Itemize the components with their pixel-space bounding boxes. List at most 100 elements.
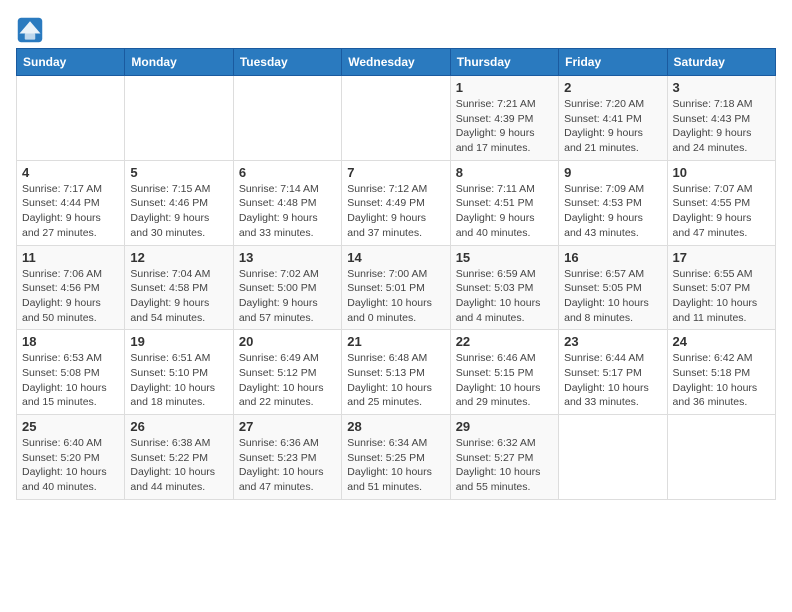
calendar-cell: 5 Sunrise: 7:15 AM Sunset: 4:46 PM Daylig…	[125, 160, 233, 245]
day-detail: Sunrise: 6:49 AM Sunset: 5:12 PM Dayligh…	[239, 351, 336, 410]
day-detail: Sunrise: 6:51 AM Sunset: 5:10 PM Dayligh…	[130, 351, 227, 410]
day-number: 11	[22, 250, 119, 265]
logo	[16, 16, 46, 44]
day-number: 9	[564, 165, 661, 180]
day-detail: Sunrise: 6:42 AM Sunset: 5:18 PM Dayligh…	[673, 351, 770, 410]
day-number: 7	[347, 165, 444, 180]
calendar-week-row: 11 Sunrise: 7:06 AM Sunset: 4:56 PM Dayli…	[17, 245, 776, 330]
weekday-header: Thursday	[450, 49, 558, 76]
day-detail: Sunrise: 6:57 AM Sunset: 5:05 PM Dayligh…	[564, 267, 661, 326]
day-number: 1	[456, 80, 553, 95]
weekday-header: Monday	[125, 49, 233, 76]
day-number: 10	[673, 165, 770, 180]
day-number: 12	[130, 250, 227, 265]
day-detail: Sunrise: 7:02 AM Sunset: 5:00 PM Dayligh…	[239, 267, 336, 326]
day-number: 22	[456, 334, 553, 349]
day-detail: Sunrise: 6:53 AM Sunset: 5:08 PM Dayligh…	[22, 351, 119, 410]
header	[16, 16, 776, 44]
day-number: 8	[456, 165, 553, 180]
calendar-cell: 3Sunrise: 7:18 AM Sunset: 4:43 PM Daylig…	[667, 76, 775, 161]
day-detail: Sunrise: 7:04 AM Sunset: 4:58 PM Dayligh…	[130, 267, 227, 326]
weekday-header: Tuesday	[233, 49, 341, 76]
calendar-cell: 6 Sunrise: 7:14 AM Sunset: 4:48 PM Daylig…	[233, 160, 341, 245]
day-detail: Sunrise: 6:48 AM Sunset: 5:13 PM Dayligh…	[347, 351, 444, 410]
calendar-cell: 24 Sunrise: 6:42 AM Sunset: 5:18 PM Dayli…	[667, 330, 775, 415]
calendar-cell: 7 Sunrise: 7:12 AM Sunset: 4:49 PM Daylig…	[342, 160, 450, 245]
day-number: 18	[22, 334, 119, 349]
calendar-cell: 27Sunrise: 6:36 AM Sunset: 5:23 PM Dayli…	[233, 415, 341, 500]
calendar-table: SundayMondayTuesdayWednesdayThursdayFrid…	[16, 48, 776, 500]
weekday-header: Wednesday	[342, 49, 450, 76]
day-number: 28	[347, 419, 444, 434]
day-number: 21	[347, 334, 444, 349]
calendar-week-row: 25 Sunrise: 6:40 AM Sunset: 5:20 PM Dayli…	[17, 415, 776, 500]
calendar-cell: 9 Sunrise: 7:09 AM Sunset: 4:53 PM Daylig…	[559, 160, 667, 245]
calendar-week-row: 18 Sunrise: 6:53 AM Sunset: 5:08 PM Dayli…	[17, 330, 776, 415]
day-detail: Sunrise: 6:32 AM Sunset: 5:27 PM Dayligh…	[456, 436, 553, 495]
weekday-header: Sunday	[17, 49, 125, 76]
day-number: 26	[130, 419, 227, 434]
calendar-cell: 11 Sunrise: 7:06 AM Sunset: 4:56 PM Dayli…	[17, 245, 125, 330]
day-number: 5	[130, 165, 227, 180]
day-number: 13	[239, 250, 336, 265]
day-detail: Sunrise: 6:46 AM Sunset: 5:15 PM Dayligh…	[456, 351, 553, 410]
day-detail: Sunrise: 7:12 AM Sunset: 4:49 PM Dayligh…	[347, 182, 444, 241]
calendar-cell: 4 Sunrise: 7:17 AM Sunset: 4:44 PM Daylig…	[17, 160, 125, 245]
day-detail: Sunrise: 7:14 AM Sunset: 4:48 PM Dayligh…	[239, 182, 336, 241]
day-detail: Sunrise: 7:07 AM Sunset: 4:55 PM Dayligh…	[673, 182, 770, 241]
day-number: 27	[239, 419, 336, 434]
day-detail: Sunrise: 6:34 AM Sunset: 5:25 PM Dayligh…	[347, 436, 444, 495]
day-number: 14	[347, 250, 444, 265]
day-number: 4	[22, 165, 119, 180]
calendar-cell: 20 Sunrise: 6:49 AM Sunset: 5:12 PM Dayli…	[233, 330, 341, 415]
calendar-cell	[342, 76, 450, 161]
day-number: 17	[673, 250, 770, 265]
day-number: 6	[239, 165, 336, 180]
day-detail: Sunrise: 7:00 AM Sunset: 5:01 PM Dayligh…	[347, 267, 444, 326]
calendar-cell: 8 Sunrise: 7:11 AM Sunset: 4:51 PM Daylig…	[450, 160, 558, 245]
calendar-cell: 12 Sunrise: 7:04 AM Sunset: 4:58 PM Dayli…	[125, 245, 233, 330]
calendar-cell: 10 Sunrise: 7:07 AM Sunset: 4:55 PM Dayli…	[667, 160, 775, 245]
day-number: 15	[456, 250, 553, 265]
logo-icon	[16, 16, 44, 44]
day-detail: Sunrise: 7:21 AM Sunset: 4:39 PM Dayligh…	[456, 97, 553, 156]
calendar-cell: 18 Sunrise: 6:53 AM Sunset: 5:08 PM Dayli…	[17, 330, 125, 415]
calendar-cell: 15 Sunrise: 6:59 AM Sunset: 5:03 PM Dayli…	[450, 245, 558, 330]
calendar-cell: 1 Sunrise: 7:21 AM Sunset: 4:39 PM Daylig…	[450, 76, 558, 161]
calendar-cell	[17, 76, 125, 161]
day-detail: Sunrise: 6:55 AM Sunset: 5:07 PM Dayligh…	[673, 267, 770, 326]
calendar-cell	[233, 76, 341, 161]
day-number: 29	[456, 419, 553, 434]
weekday-header: Friday	[559, 49, 667, 76]
day-number: 25	[22, 419, 119, 434]
day-detail: Sunrise: 6:40 AM Sunset: 5:20 PM Dayligh…	[22, 436, 119, 495]
calendar-cell: 21 Sunrise: 6:48 AM Sunset: 5:13 PM Dayli…	[342, 330, 450, 415]
day-number: 20	[239, 334, 336, 349]
calendar-cell: 26 Sunrise: 6:38 AM Sunset: 5:22 PM Dayli…	[125, 415, 233, 500]
day-number: 16	[564, 250, 661, 265]
calendar-cell: 13 Sunrise: 7:02 AM Sunset: 5:00 PM Dayli…	[233, 245, 341, 330]
day-number: 19	[130, 334, 227, 349]
calendar-cell	[125, 76, 233, 161]
day-number: 24	[673, 334, 770, 349]
day-number: 23	[564, 334, 661, 349]
calendar-cell: 14 Sunrise: 7:00 AM Sunset: 5:01 PM Dayli…	[342, 245, 450, 330]
day-detail: Sunrise: 7:18 AM Sunset: 4:43 PM Dayligh…	[673, 97, 770, 156]
day-detail: Sunrise: 6:59 AM Sunset: 5:03 PM Dayligh…	[456, 267, 553, 326]
day-detail: Sunrise: 6:44 AM Sunset: 5:17 PM Dayligh…	[564, 351, 661, 410]
calendar-week-row: 4 Sunrise: 7:17 AM Sunset: 4:44 PM Daylig…	[17, 160, 776, 245]
day-detail: Sunrise: 7:11 AM Sunset: 4:51 PM Dayligh…	[456, 182, 553, 241]
calendar-cell: 16 Sunrise: 6:57 AM Sunset: 5:05 PM Dayli…	[559, 245, 667, 330]
calendar-cell: 19 Sunrise: 6:51 AM Sunset: 5:10 PM Dayli…	[125, 330, 233, 415]
calendar-cell	[559, 415, 667, 500]
day-detail: Sunrise: 6:38 AM Sunset: 5:22 PM Dayligh…	[130, 436, 227, 495]
day-detail: Sunrise: 7:09 AM Sunset: 4:53 PM Dayligh…	[564, 182, 661, 241]
day-detail: Sunrise: 7:20 AM Sunset: 4:41 PM Dayligh…	[564, 97, 661, 156]
day-detail: Sunrise: 7:06 AM Sunset: 4:56 PM Dayligh…	[22, 267, 119, 326]
day-detail: Sunrise: 7:15 AM Sunset: 4:46 PM Dayligh…	[130, 182, 227, 241]
calendar-cell: 25 Sunrise: 6:40 AM Sunset: 5:20 PM Dayli…	[17, 415, 125, 500]
calendar-header: SundayMondayTuesdayWednesdayThursdayFrid…	[17, 49, 776, 76]
calendar-cell: 23 Sunrise: 6:44 AM Sunset: 5:17 PM Dayli…	[559, 330, 667, 415]
day-detail: Sunrise: 7:17 AM Sunset: 4:44 PM Dayligh…	[22, 182, 119, 241]
calendar-week-row: 1 Sunrise: 7:21 AM Sunset: 4:39 PM Daylig…	[17, 76, 776, 161]
